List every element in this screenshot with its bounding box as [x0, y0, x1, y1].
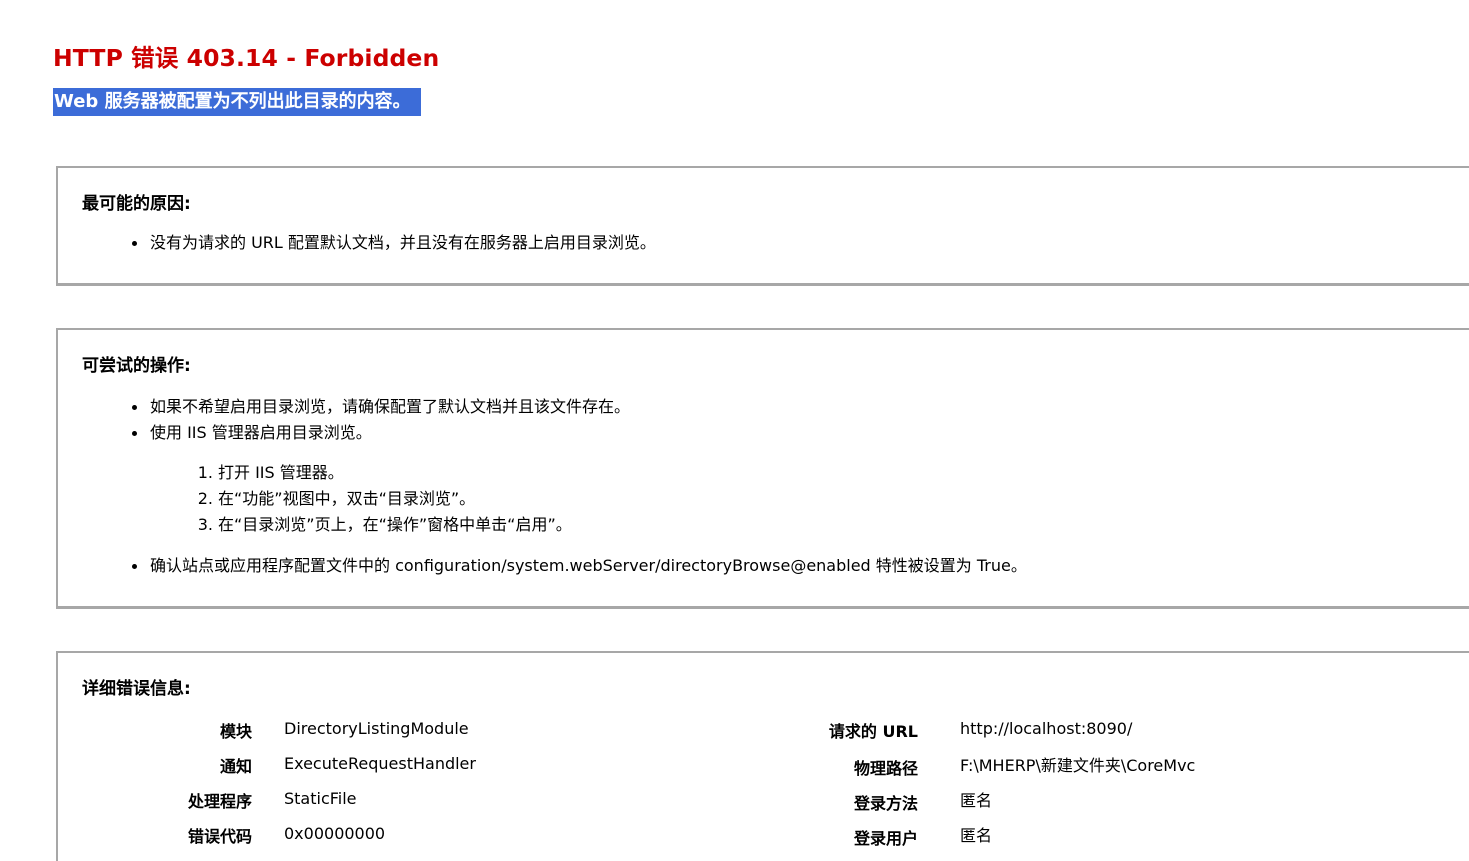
step-number: 1. [197, 463, 213, 482]
step-text: 打开 IIS 管理器。 [218, 463, 344, 482]
list-item: 1. 打开 IIS 管理器。 [198, 460, 572, 486]
error-subtitle: Web 服务器被配置为不列出此目录的内容。 [53, 88, 421, 116]
detail-label: 登录用户 [853, 829, 918, 848]
detail-row: 请求的 URL [58, 716, 918, 742]
detail-row: 登录用户 [58, 823, 918, 849]
actions-list-2: 确认站点或应用程序配置文件中的 configuration/system.web… [132, 553, 1027, 579]
cause-list: 没有为请求的 URL 配置默认文档，并且没有在服务器上启用目录浏览。 [132, 230, 656, 256]
list-item: 没有为请求的 URL 配置默认文档，并且没有在服务器上启用目录浏览。 [132, 230, 656, 256]
list-item: 确认站点或应用程序配置文件中的 configuration/system.web… [132, 553, 1027, 579]
detail-value: http://localhost:8090/ [960, 719, 1133, 738]
step-number: 3. [197, 515, 213, 534]
cause-box: 最可能的原因: 没有为请求的 URL 配置默认文档，并且没有在服务器上启用目录浏… [56, 166, 1469, 286]
iis-error-page: HTTP 错误 403.14 - Forbidden Web 服务器被配置为不列… [0, 0, 1469, 861]
detail-label: 请求的 URL [828, 722, 918, 741]
cause-title: 最可能的原因: [82, 194, 191, 214]
steps-list: 1. 打开 IIS 管理器。 2. 在“功能”视图中，双击“目录浏览”。 3. … [198, 460, 572, 538]
bullet-icon [132, 431, 137, 436]
details-box: 详细错误信息: 模块 DirectoryListingModule 通知 Exe… [56, 651, 1469, 861]
detail-label: 物理路径 [853, 759, 918, 778]
detail-row: 登录方法 [58, 788, 918, 814]
error-title: HTTP 错误 403.14 - Forbidden [53, 44, 440, 72]
action-text: 如果不希望启用目录浏览，请确保配置了默认文档并且该文件存在。 [150, 397, 631, 416]
step-text: 在“功能”视图中，双击“目录浏览”。 [218, 489, 476, 508]
actions-title: 可尝试的操作: [82, 356, 191, 376]
bullet-icon [132, 241, 137, 246]
actions-box: 可尝试的操作: 如果不希望启用目录浏览，请确保配置了默认文档并且该文件存在。 使… [56, 328, 1469, 609]
detail-value: F:\MHERP\新建文件夹\CoreMvc [960, 756, 1196, 775]
detail-row: 物理路径 [58, 753, 918, 779]
action-text: 确认站点或应用程序配置文件中的 configuration/system.web… [150, 556, 1027, 575]
list-item: 使用 IIS 管理器启用目录浏览。 [132, 420, 630, 446]
cause-text: 没有为请求的 URL 配置默认文档，并且没有在服务器上启用目录浏览。 [150, 233, 656, 252]
step-number: 2. [197, 489, 213, 508]
detail-value: 匿名 [960, 826, 993, 845]
list-item: 3. 在“目录浏览”页上，在“操作”窗格中单击“启用”。 [198, 512, 572, 538]
step-text: 在“目录浏览”页上，在“操作”窗格中单击“启用”。 [218, 515, 572, 534]
actions-list: 如果不希望启用目录浏览，请确保配置了默认文档并且该文件存在。 使用 IIS 管理… [132, 394, 631, 446]
action-text: 使用 IIS 管理器启用目录浏览。 [150, 423, 372, 442]
bullet-icon [132, 564, 137, 569]
bullet-icon [132, 405, 137, 410]
detail-label: 登录方法 [853, 794, 918, 813]
details-title: 详细错误信息: [82, 679, 191, 699]
detail-value: 匿名 [960, 791, 993, 810]
list-item: 2. 在“功能”视图中，双击“目录浏览”。 [198, 486, 572, 512]
list-item: 如果不希望启用目录浏览，请确保配置了默认文档并且该文件存在。 [132, 394, 631, 420]
